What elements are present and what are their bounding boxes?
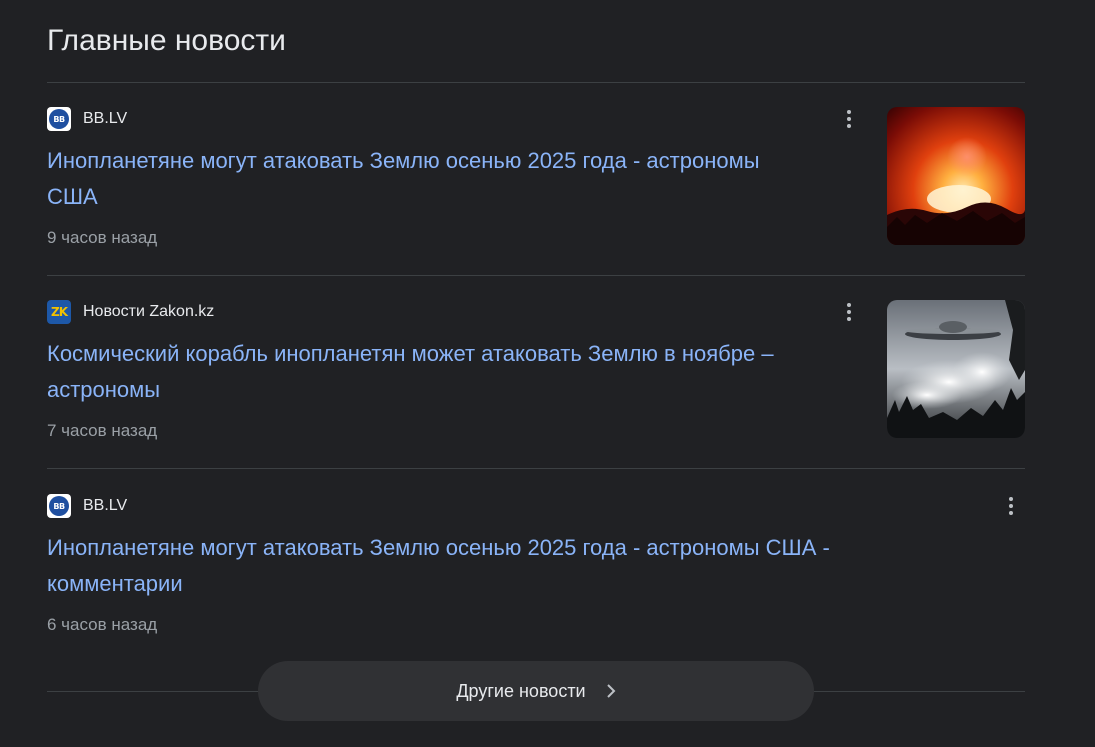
source-name: Новости Zakon.kz	[83, 303, 215, 320]
headline-line: Инопланетяне могут атаковать Землю осень…	[47, 148, 760, 173]
headline-line: астрономы	[47, 377, 161, 402]
ufo-image	[887, 300, 1025, 438]
story-thumbnail[interactable]	[887, 300, 1025, 438]
zakon-kz-logo-icon: ZK	[47, 300, 71, 324]
story-headline-link[interactable]: Инопланетяне могут атаковать Землю осень…	[47, 530, 830, 602]
story-timestamp: 7 часов назад	[47, 421, 158, 440]
news-story[interactable]: BB BB.LV Инопланетяне могут атаковать Зе…	[47, 107, 1025, 276]
more-news-label: Другие новости	[456, 680, 586, 701]
divider	[47, 82, 1025, 83]
story-source[interactable]: BB BB.LV	[47, 494, 127, 518]
source-name: BB.LV	[83, 497, 128, 514]
more-news-button[interactable]: Другие новости	[258, 661, 814, 721]
more-options-icon[interactable]	[837, 300, 861, 324]
more-news-row: Другие новости	[47, 661, 1025, 721]
story-headline-link[interactable]: Космический корабль инопланетян может ат…	[47, 336, 774, 408]
headline-line: комментарии	[47, 571, 183, 596]
news-story[interactable]: ZK Новости Zakon.kz Космический корабль …	[47, 300, 1025, 469]
news-story[interactable]: BB BB.LV Инопланетяне могут атаковать Зе…	[47, 494, 1025, 644]
section-title: Главные новости	[47, 24, 286, 57]
chevron-right-icon	[606, 684, 616, 698]
story-timestamp: 9 часов назад	[47, 228, 158, 247]
divider	[47, 275, 1025, 276]
more-options-icon[interactable]	[999, 494, 1023, 518]
source-name: BB.LV	[83, 110, 128, 127]
bb-lv-logo-icon: BB	[47, 107, 71, 131]
headline-line: Инопланетяне могут атаковать Землю осень…	[47, 535, 830, 560]
more-options-icon[interactable]	[837, 107, 861, 131]
headline-line: Космический корабль инопланетян может ат…	[47, 341, 774, 366]
story-timestamp: 6 часов назад	[47, 615, 158, 634]
story-source[interactable]: BB BB.LV	[47, 107, 127, 131]
story-headline-link[interactable]: Инопланетяне могут атаковать Землю осень…	[47, 143, 760, 215]
bb-lv-logo-icon: BB	[47, 494, 71, 518]
story-source[interactable]: ZK Новости Zakon.kz	[47, 300, 214, 324]
headline-line: США	[47, 184, 98, 209]
divider	[47, 468, 1025, 469]
story-thumbnail[interactable]	[887, 107, 1025, 245]
explosion-image	[887, 107, 1025, 245]
